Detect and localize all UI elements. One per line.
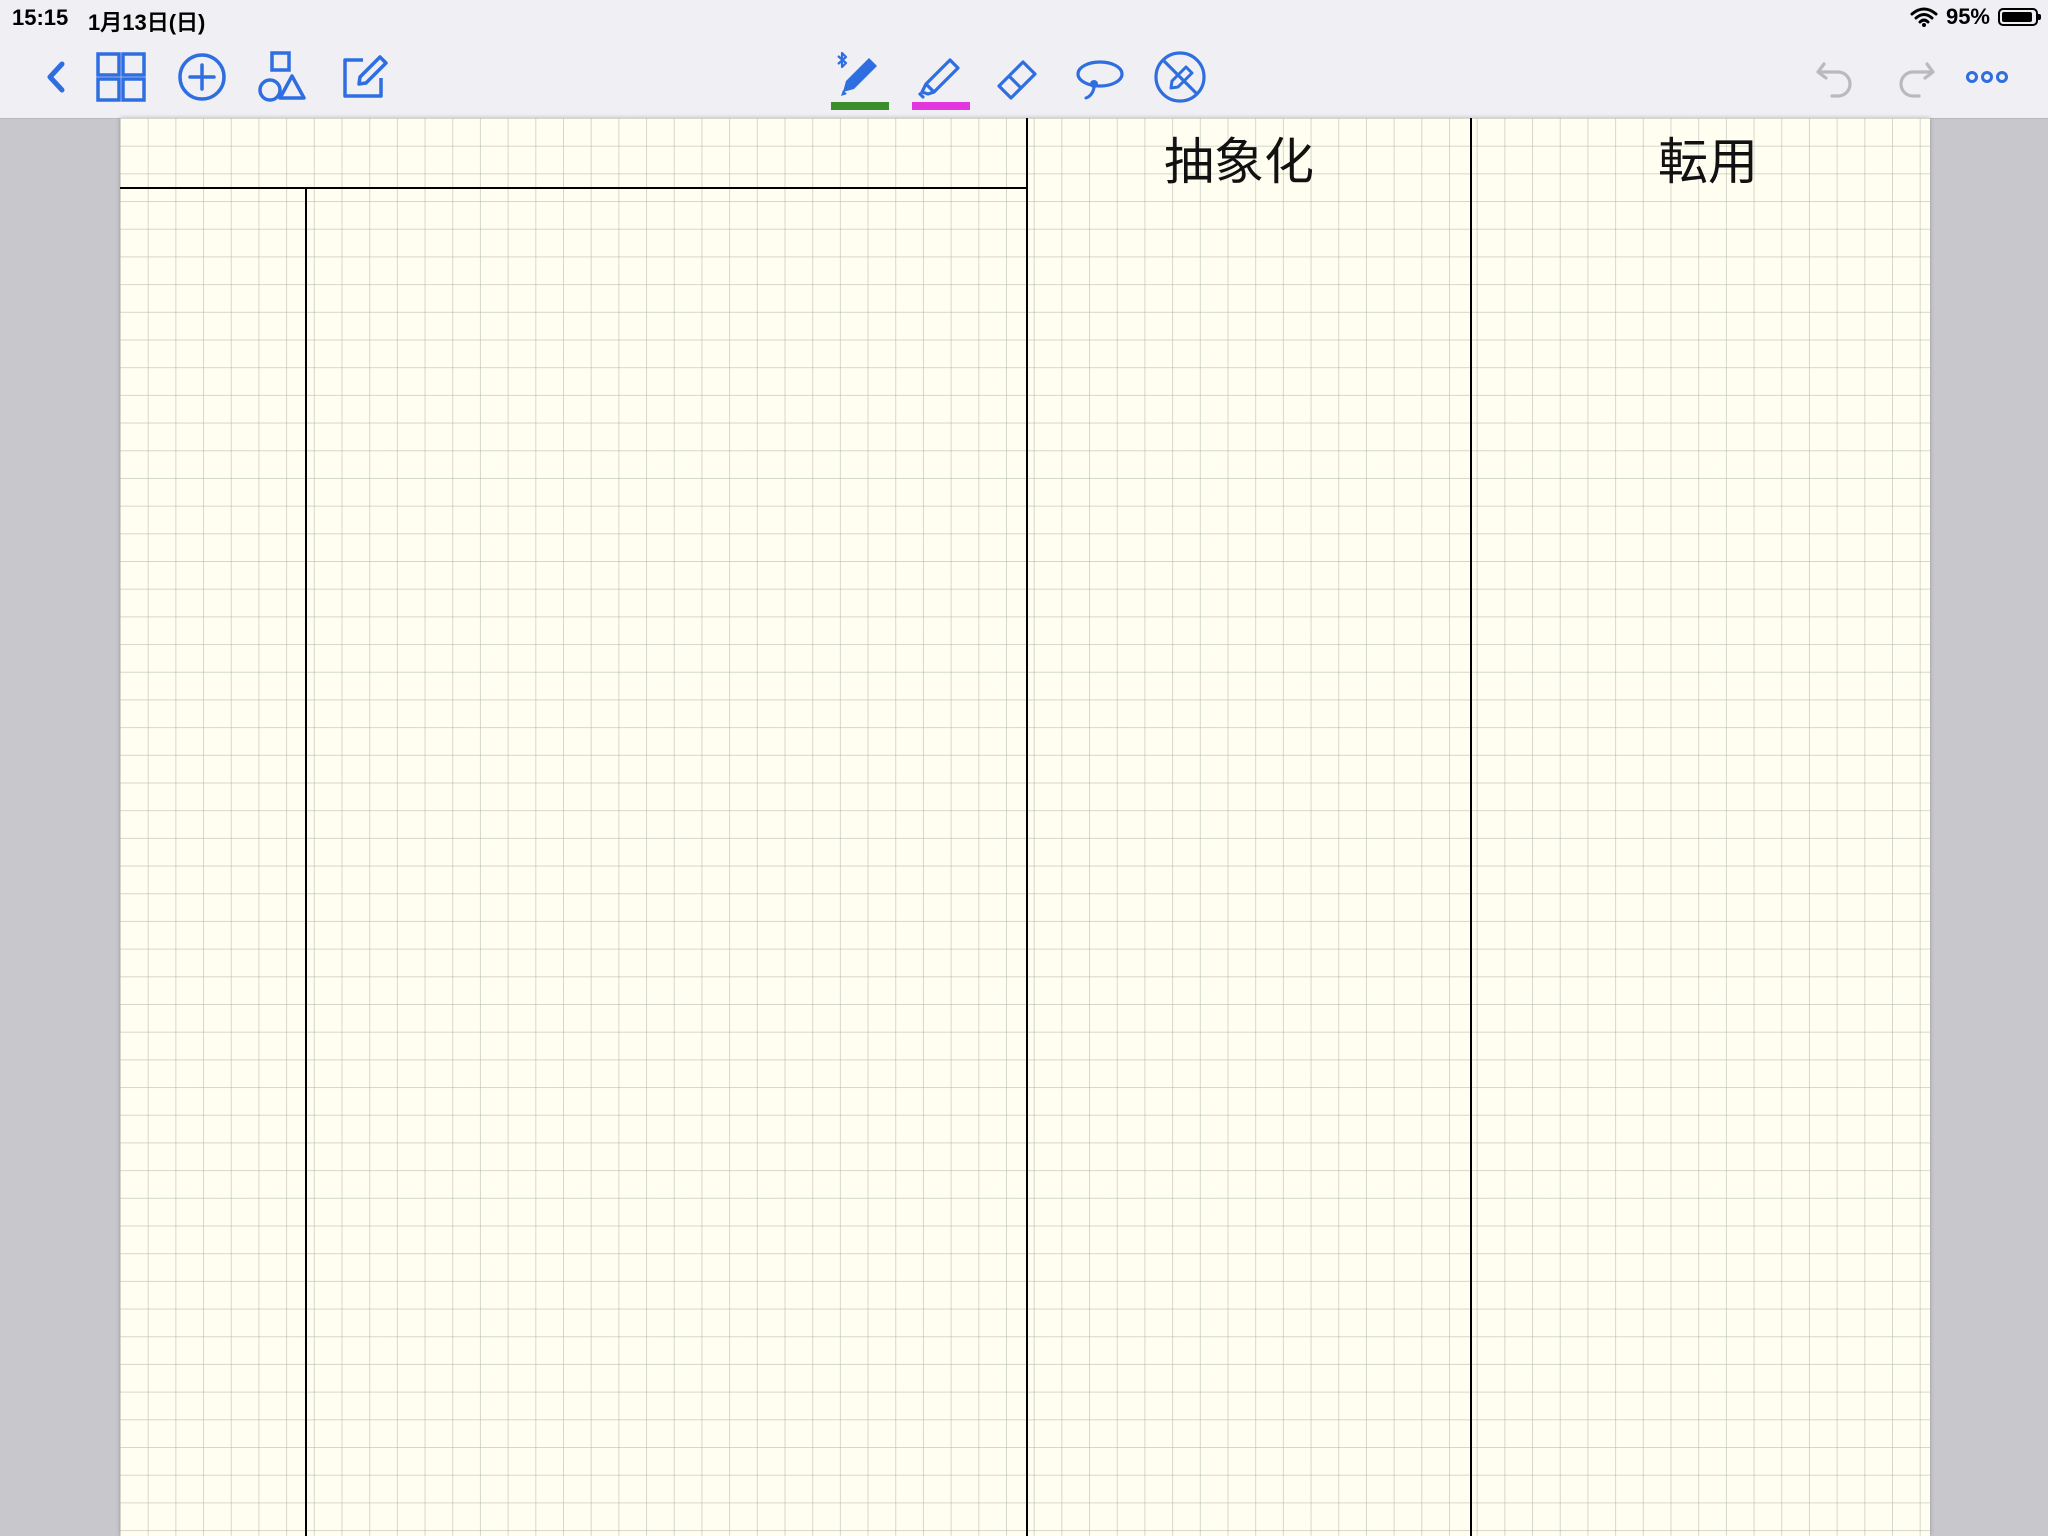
status-time: 15:15 [12,5,69,30]
status-bar: 15:15 1月13日(日) 95% [0,0,2048,36]
highlighter-icon [918,58,960,99]
add-page-icon [178,53,226,101]
header-divider-line [120,187,1027,189]
status-right-group: 95% [1910,4,2041,30]
disable-pen-tool-button[interactable] [1151,48,1209,106]
shapes-button[interactable] [254,48,312,106]
redo-button[interactable] [1887,48,1945,106]
thumbnails-button[interactable] [92,48,150,106]
transfer-header: 転用 [1658,133,1758,191]
pen-off-icon [1154,51,1206,103]
highlighter-tool-button[interactable] [908,48,970,110]
thumbnail-grid-icon [96,52,146,102]
pen-color-indicator [831,102,889,110]
note-page[interactable]: 抽象化 転用 [120,118,1930,1536]
abstraction-header: 抽象化 [1164,133,1314,191]
eraser-tool-button[interactable] [989,48,1047,106]
redo-icon [1899,62,1935,98]
highlighter-color-indicator [912,102,970,110]
add-page-button[interactable] [173,48,231,106]
eraser-icon [997,60,1037,100]
toolbar [0,36,2048,119]
undo-icon [1816,62,1852,98]
undo-button[interactable] [1806,48,1864,106]
pen-tool-button[interactable] [827,48,889,110]
abstraction-column-divider [1026,118,1028,1536]
left-margin-line [305,187,307,1536]
shapes-icon [258,51,306,102]
transfer-column-divider [1470,118,1472,1536]
lasso-icon [1076,60,1124,100]
edit-document-button[interactable] [335,48,393,106]
status-date: 1月13日(日) [88,10,206,35]
back-button[interactable] [26,48,84,106]
battery-percent: 95% [1945,4,1990,29]
bluetooth-pen-icon [837,51,877,96]
lasso-tool-button[interactable] [1070,48,1128,106]
more-options-button[interactable] [1958,48,2016,106]
back-chevron-icon [47,61,65,93]
edit-document-icon [343,55,388,98]
more-options-icon [1966,71,2008,83]
battery-icon [1998,8,2041,26]
wifi-icon [1910,7,1938,27]
battery-fill [2002,12,2033,22]
